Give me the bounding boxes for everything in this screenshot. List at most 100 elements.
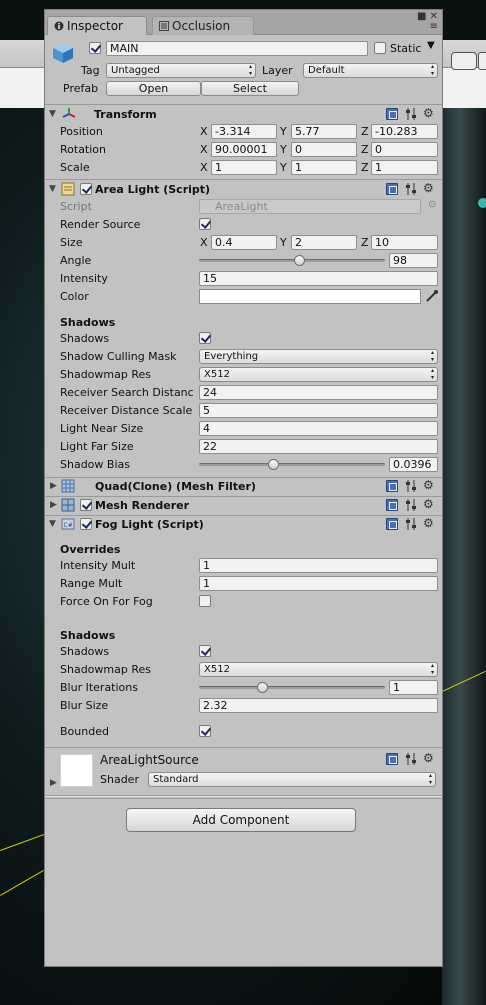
slider-thumb[interactable] (257, 682, 269, 693)
blur-iterations-field[interactable]: 1 (389, 680, 438, 695)
scene-edge-strip (442, 108, 486, 1005)
help-book-icon[interactable] (386, 518, 398, 530)
gear-icon[interactable]: ⚙ (423, 479, 434, 492)
bounded-label: Bounded (60, 725, 109, 738)
shadowmap-res-dropdown[interactable]: X512 (199, 367, 438, 382)
shadows-checkbox[interactable] (199, 332, 211, 344)
mesh-renderer-title: Mesh Renderer (95, 499, 190, 512)
help-book-icon[interactable] (386, 183, 398, 195)
layer-dropdown[interactable]: Default (303, 63, 438, 78)
blur-size-field[interactable]: 2.32 (199, 698, 438, 713)
angle-label: Angle (60, 254, 92, 267)
object-picker-icon[interactable]: ⊙ (428, 199, 436, 210)
foldout-closed-icon[interactable]: ▶ (50, 500, 57, 510)
material-preview[interactable] (60, 754, 93, 787)
shadow-bias-slider[interactable] (199, 457, 385, 472)
preset-icon[interactable] (405, 752, 418, 766)
receiver-distance-scale-field[interactable]: 5 (199, 403, 438, 418)
fog-shadowmap-res-dropdown[interactable]: X512 (199, 662, 438, 677)
gear-icon[interactable]: ⚙ (423, 498, 434, 511)
preset-icon[interactable] (405, 107, 418, 121)
size-y-field[interactable]: 2 (291, 235, 357, 250)
area-light-enabled-checkbox[interactable] (80, 183, 92, 195)
preset-icon[interactable] (405, 182, 418, 196)
gear-icon[interactable]: ⚙ (423, 182, 434, 195)
static-dropdown-icon[interactable]: ▼ (427, 40, 435, 51)
mesh-renderer-enabled-checkbox[interactable] (80, 499, 92, 511)
area-light-header[interactable]: ▼ Area Light (Script) ⚙ (45, 181, 442, 199)
size-x-field[interactable]: 0.4 (211, 235, 277, 250)
culling-mask-dropdown[interactable]: Everything (199, 349, 438, 364)
preset-icon[interactable] (405, 498, 418, 512)
transform-header[interactable]: ▼ Transform ⚙ (45, 106, 442, 124)
position-x-field[interactable]: -3.314 (211, 124, 277, 139)
receiver-search-distance-field[interactable]: 24 (199, 385, 438, 400)
tab-inspector[interactable]: Inspector (47, 16, 147, 35)
intensity-mult-field[interactable]: 1 (199, 558, 438, 573)
gear-icon[interactable]: ⚙ (423, 107, 434, 120)
slider-thumb[interactable] (268, 459, 280, 470)
tag-dropdown[interactable]: Untagged (106, 63, 256, 78)
divider (45, 747, 442, 748)
prefab-open-button[interactable]: Open (106, 81, 201, 96)
inspector-panel: Inspector Occlusion ■ ✕ ≡ MAIN Static ▼ … (44, 9, 443, 967)
tab-occlusion[interactable]: Occlusion (152, 16, 254, 35)
preset-icon[interactable] (405, 517, 418, 531)
range-mult-field[interactable]: 1 (199, 576, 438, 591)
foldout-open-icon[interactable]: ▼ (49, 109, 56, 119)
foldout-open-icon[interactable]: ▼ (49, 519, 56, 529)
material-name: AreaLightSource (100, 753, 199, 767)
size-z-field[interactable]: 10 (371, 235, 438, 250)
fog-light-enabled-checkbox[interactable] (80, 518, 92, 530)
angle-slider[interactable] (199, 253, 385, 268)
rotation-x-field[interactable]: 90.00001 (211, 142, 277, 157)
scale-x-field[interactable]: 1 (211, 160, 277, 175)
foldout-closed-icon[interactable]: ▶ (50, 778, 57, 788)
object-name-field[interactable]: MAIN (106, 41, 368, 56)
axis-y-label: Y (280, 125, 287, 138)
blur-iterations-slider[interactable] (199, 680, 385, 695)
help-book-icon[interactable] (386, 753, 398, 765)
fog-light-header[interactable]: ▼ C# Fog Light (Script) ⚙ (45, 516, 442, 534)
static-checkbox[interactable] (374, 42, 386, 54)
scale-z-field[interactable]: 1 (371, 160, 438, 175)
cloud-button[interactable] (451, 52, 477, 70)
divider (45, 104, 442, 105)
help-book-icon[interactable] (386, 108, 398, 120)
eyedropper-icon[interactable] (425, 289, 439, 303)
layout-button[interactable] (478, 52, 486, 70)
light-far-size-field[interactable]: 22 (199, 439, 438, 454)
help-book-icon[interactable] (386, 480, 398, 492)
prefab-select-button[interactable]: Select (201, 81, 299, 96)
force-on-fog-checkbox[interactable] (199, 595, 211, 607)
slider-thumb[interactable] (294, 255, 306, 266)
color-swatch[interactable] (199, 289, 421, 304)
add-component-button[interactable]: Add Component (126, 808, 356, 832)
axis-y-label: Y (280, 143, 287, 156)
mesh-renderer-header[interactable]: ▶ Mesh Renderer ⚙ (45, 497, 442, 515)
bounded-checkbox[interactable] (199, 725, 211, 737)
shadow-bias-field[interactable]: 0.0396 (389, 457, 438, 472)
menu-icon[interactable]: ≡ (417, 22, 438, 32)
fog-shadows-checkbox[interactable] (199, 645, 211, 657)
light-near-size-field[interactable]: 4 (199, 421, 438, 436)
position-z-field[interactable]: -10.283 (371, 124, 438, 139)
rotation-z-field[interactable]: 0 (371, 142, 438, 157)
intensity-field[interactable]: 15 (199, 271, 438, 286)
render-source-checkbox[interactable] (199, 218, 211, 230)
foldout-open-icon[interactable]: ▼ (49, 184, 56, 194)
mesh-filter-header[interactable]: ▶ Quad(Clone) (Mesh Filter) ⚙ (45, 478, 442, 496)
foldout-closed-icon[interactable]: ▶ (50, 481, 57, 491)
help-book-icon[interactable] (386, 499, 398, 511)
gear-icon[interactable]: ⚙ (423, 752, 434, 765)
object-active-checkbox[interactable] (89, 42, 101, 54)
rotation-y-field[interactable]: 0 (291, 142, 357, 157)
angle-field[interactable]: 98 (389, 253, 438, 268)
preset-icon[interactable] (405, 479, 418, 493)
shader-label: Shader (100, 773, 139, 786)
position-y-field[interactable]: 5.77 (291, 124, 357, 139)
shader-dropdown[interactable]: Standard (148, 772, 436, 787)
gear-icon[interactable]: ⚙ (423, 517, 434, 530)
scale-y-field[interactable]: 1 (291, 160, 357, 175)
script-field[interactable]: AreaLight (199, 199, 421, 214)
